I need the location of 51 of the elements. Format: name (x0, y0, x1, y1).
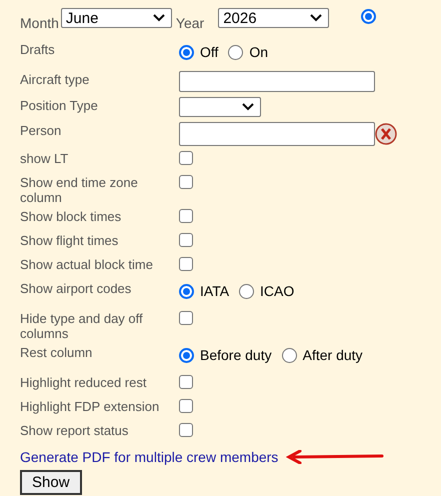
chevron-icon (152, 14, 165, 22)
month-label: Month (20, 15, 59, 31)
field-label: Show actual block time (20, 256, 154, 274)
field-label: Show airport codes (20, 280, 132, 296)
radio-label: After duty (302, 347, 363, 363)
field-label: Drafts (20, 41, 56, 57)
month-select[interactable]: June (60, 8, 172, 28)
field-label: Person (20, 122, 62, 138)
radio-button[interactable] (179, 44, 194, 60)
checkbox[interactable] (179, 175, 193, 189)
field-label: Rest column (20, 344, 94, 360)
arrow-icon (286, 450, 384, 464)
radio-button[interactable] (361, 9, 376, 24)
field-label: Aircraft type (20, 71, 90, 87)
checkbox[interactable] (179, 257, 193, 271)
chevron-icon (310, 14, 322, 22)
radio-button[interactable] (282, 348, 297, 362)
field-label: Show end time zone column (20, 174, 139, 207)
field-label: Hide type and day off columns (20, 310, 144, 343)
radio-label: Before duty (200, 347, 272, 363)
year-label: Year (176, 15, 204, 31)
show-button[interactable]: Show (20, 470, 82, 495)
pdf-link[interactable]: Generate PDF for multiple crew members (20, 449, 278, 465)
radio-button[interactable] (179, 348, 194, 362)
field-label: Highlight FDP extension (20, 398, 160, 416)
field-label: Position Type (20, 97, 99, 113)
field-label: Show block times (20, 208, 122, 226)
checkbox[interactable] (179, 375, 193, 389)
radio-button[interactable] (179, 284, 194, 298)
checkbox[interactable] (179, 423, 193, 437)
checkbox[interactable] (179, 311, 193, 325)
chevron-icon (242, 103, 254, 111)
field-label: Show report status (20, 422, 130, 440)
checkbox[interactable] (179, 209, 193, 223)
select-field[interactable] (179, 97, 261, 117)
input-field[interactable] (179, 71, 375, 92)
field-label: show LT (20, 150, 70, 168)
radio-label: IATA (200, 283, 230, 299)
clear-icon[interactable] (375, 123, 397, 145)
checkbox[interactable] (179, 399, 193, 413)
checkbox[interactable] (179, 151, 193, 165)
radio-button[interactable] (228, 44, 244, 60)
year-select[interactable]: 2026 (218, 8, 330, 28)
radio-button[interactable] (239, 284, 254, 298)
radio-label: On (249, 44, 268, 60)
checkbox[interactable] (179, 233, 193, 247)
input-field[interactable] (179, 122, 375, 146)
field-label: Highlight reduced rest (20, 374, 148, 392)
field-label: Show flight times (20, 232, 120, 250)
radio-label: Off (200, 44, 218, 60)
radio-label: ICAO (260, 283, 294, 299)
